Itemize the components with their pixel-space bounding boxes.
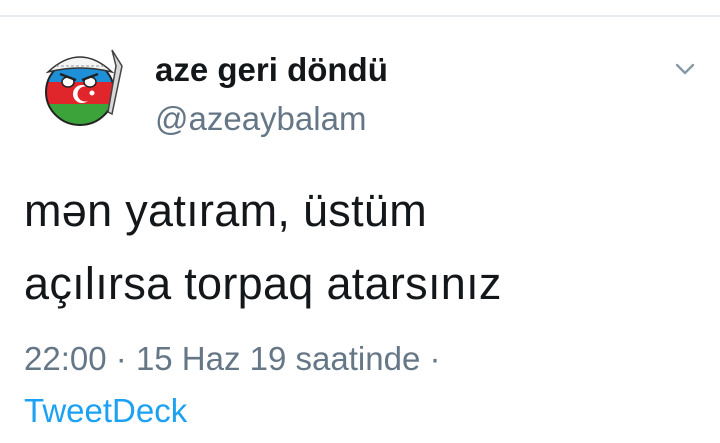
avatar[interactable] xyxy=(34,36,130,132)
separator-dot: · xyxy=(115,340,127,377)
tweet-date[interactable]: 15 Haz 19 saatinde xyxy=(136,340,420,377)
separator-dot: · xyxy=(429,340,441,377)
tweet-timestamp: 22:00 · 15 Haz 19 saatinde · xyxy=(24,340,440,378)
tweet-source-link[interactable]: TweetDeck xyxy=(24,392,187,430)
author-name[interactable]: aze geri döndü xyxy=(155,51,388,89)
tweet-text-line-1: mən yatıram, üstüm xyxy=(24,185,428,236)
top-divider xyxy=(0,15,720,17)
author-handle[interactable]: @azeaybalam xyxy=(155,100,366,138)
tweet-time[interactable]: 22:00 xyxy=(24,340,107,377)
tweet-text-line-2: açılırsa torpaq atarsınız xyxy=(24,258,502,309)
azerbaijan-countryball-icon xyxy=(45,49,123,126)
chevron-down-icon[interactable] xyxy=(672,56,698,82)
